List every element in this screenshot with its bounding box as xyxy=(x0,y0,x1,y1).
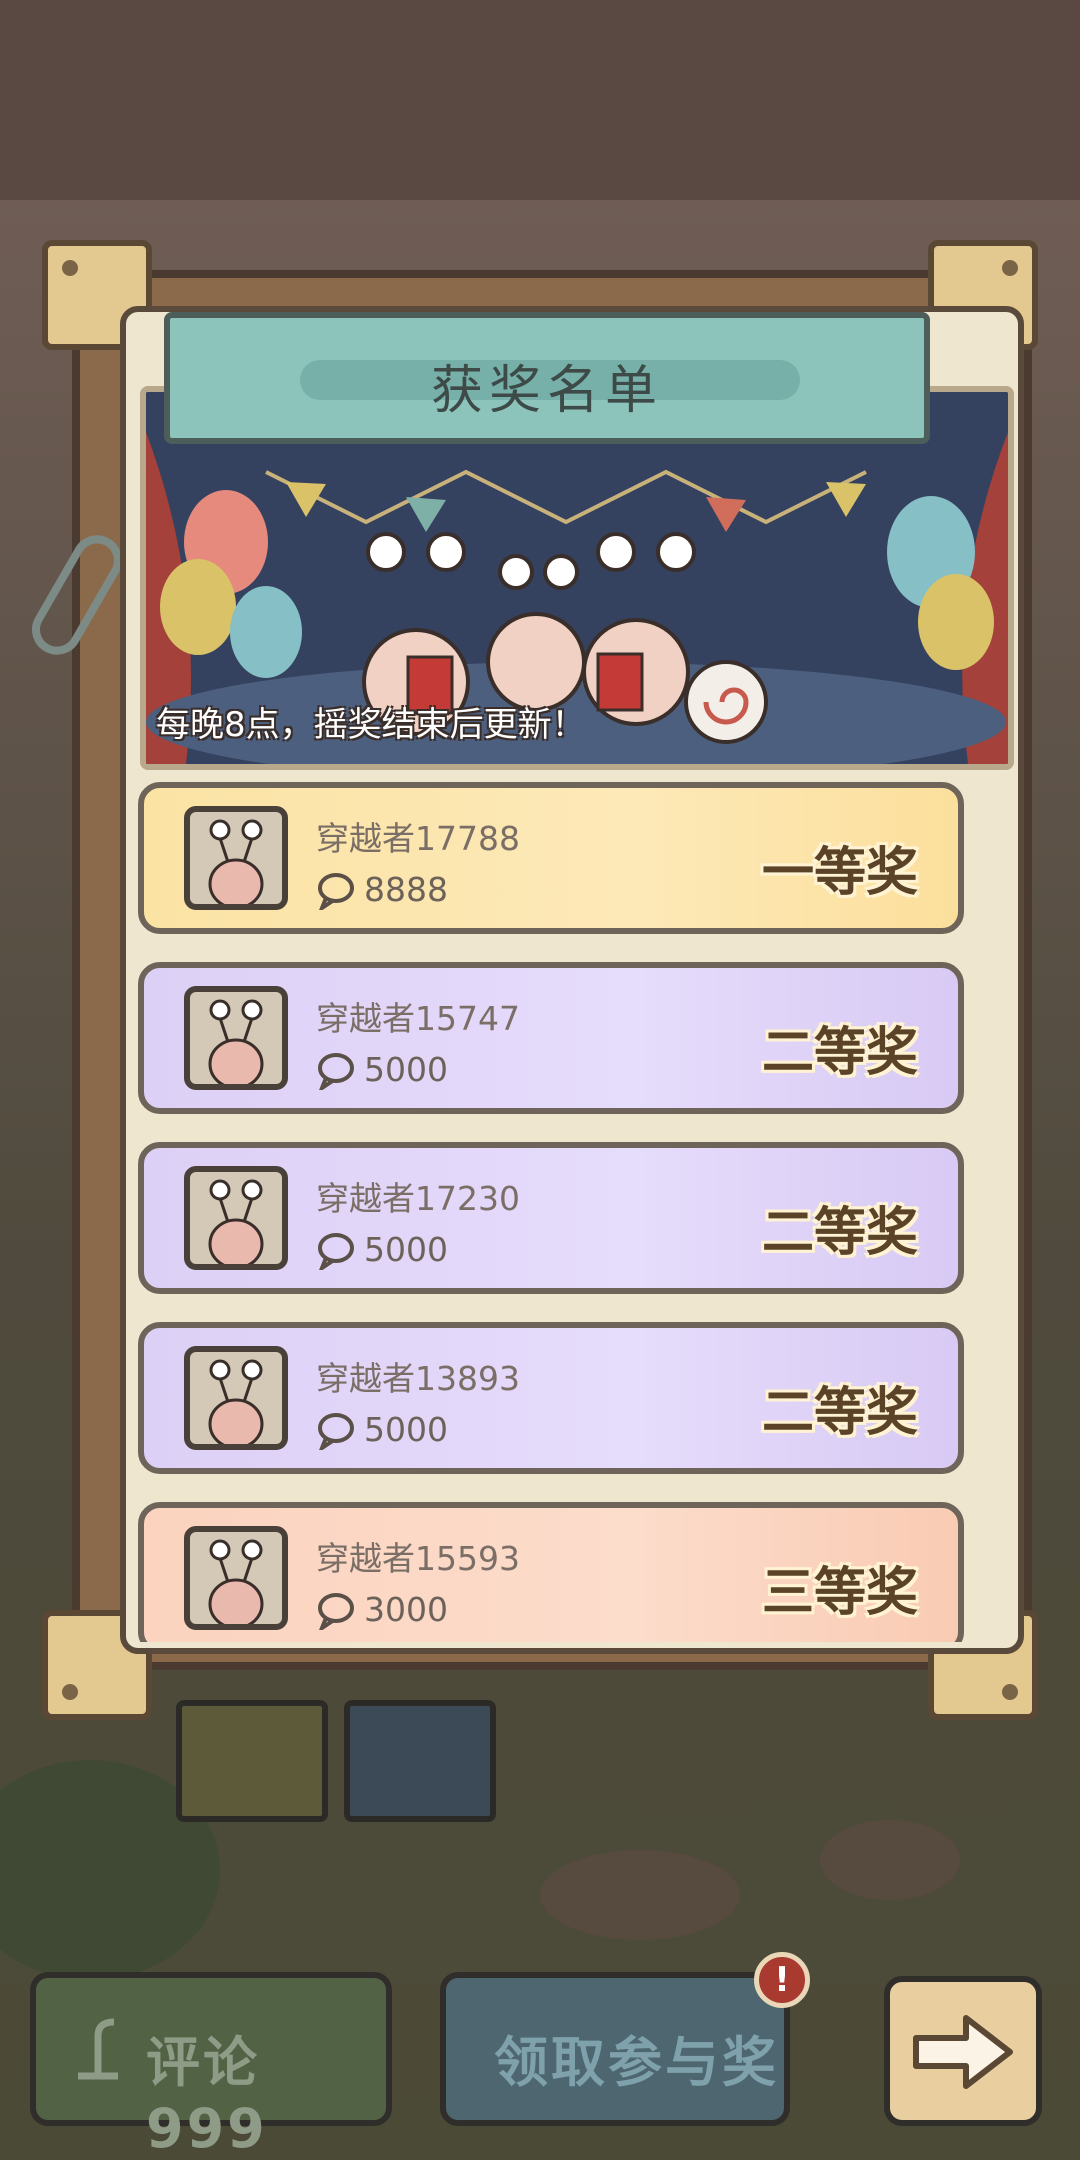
claim-label: 领取参与奖 xyxy=(494,2031,779,2094)
winners-modal: 每晚8点，摇奖结束后更新！ 获奖名单 穿越者17788 8888 一等奖 穿越者… xyxy=(22,240,1038,1720)
background-puddle xyxy=(540,1850,740,1940)
comment-count: 999 xyxy=(146,2097,268,2160)
avatar xyxy=(184,1526,288,1630)
winner-amount: 5000 xyxy=(364,1410,448,1449)
winner-row: 穿越者15747 5000 二等奖 xyxy=(138,962,964,1114)
winner-name: 穿越者13893 xyxy=(316,1359,520,1398)
winner-row: 穿越者13893 5000 二等奖 xyxy=(138,1322,964,1474)
banner-caption: 每晚8点，摇奖结束后更新！ xyxy=(156,705,586,745)
background-sky xyxy=(0,0,1080,200)
chat-bubble-icon xyxy=(318,1413,354,1450)
winner-name: 穿越者17788 xyxy=(316,819,520,858)
winners-list[interactable]: 穿越者17788 8888 一等奖 穿越者15747 5000 二等奖 穿越者1… xyxy=(130,782,1014,1642)
avatar xyxy=(184,806,288,910)
claim-participation-reward-button[interactable]: 领取参与奖 xyxy=(440,1972,790,2126)
winner-amount: 8888 xyxy=(364,870,448,909)
avatar xyxy=(184,1346,288,1450)
winner-amount: 3000 xyxy=(364,1590,448,1629)
comment-label: 评论 xyxy=(146,2031,260,2094)
prize-tier: 三等奖 xyxy=(761,1563,918,1623)
arrow-right-icon xyxy=(913,2015,1013,2089)
chat-bubble-icon xyxy=(318,1593,354,1630)
prize-tier: 二等奖 xyxy=(761,1023,918,1083)
modal-panel: 每晚8点，摇奖结束后更新！ 获奖名单 穿越者17788 8888 一等奖 穿越者… xyxy=(120,306,1024,1654)
chat-bubble-icon xyxy=(318,1053,354,1090)
prize-tier: 一等奖 xyxy=(761,843,918,903)
winner-row: 穿越者17230 5000 二等奖 xyxy=(138,1142,964,1294)
winner-name: 穿越者15747 xyxy=(316,999,520,1038)
comment-button[interactable]: 评论 999 xyxy=(30,1972,392,2160)
next-button[interactable] xyxy=(884,1976,1042,2126)
winner-row: 穿越者17788 8888 一等奖 xyxy=(138,782,964,934)
avatar xyxy=(184,1166,288,1270)
comment-label-wrap: 评论 999 xyxy=(146,2018,386,2160)
title-plate: 获奖名单 xyxy=(164,312,930,444)
winner-row: 穿越者15593 3000 三等奖 xyxy=(138,1502,964,1642)
winner-amount: 5000 xyxy=(364,1050,448,1089)
prize-tier: 二等奖 xyxy=(761,1383,918,1443)
prize-tier: 二等奖 xyxy=(761,1203,918,1263)
winner-name: 穿越者15593 xyxy=(316,1539,520,1578)
chat-bubble-icon xyxy=(318,873,354,910)
winner-amount: 5000 xyxy=(364,1230,448,1269)
chat-bubble-icon xyxy=(318,1233,354,1270)
avatar xyxy=(184,986,288,1090)
alert-badge: ! xyxy=(754,1952,810,2008)
background-puddle xyxy=(820,1820,960,1900)
modal-title: 获奖名单 xyxy=(430,361,663,421)
quill-icon xyxy=(78,2018,118,2080)
winner-name: 穿越者17230 xyxy=(316,1179,520,1218)
